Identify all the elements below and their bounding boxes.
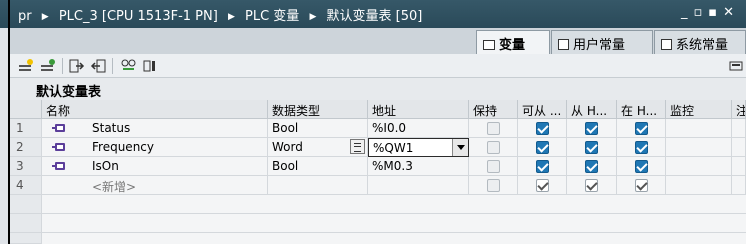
monitor-cell[interactable] (666, 138, 732, 157)
toolbar (10, 54, 746, 78)
tag-table-icon (483, 40, 495, 50)
tag-address[interactable]: %M0.3 (368, 157, 469, 176)
empty-row (10, 233, 746, 244)
tag-name[interactable]: Frequency (42, 138, 268, 157)
tag-data-type[interactable] (268, 176, 368, 195)
breadcrumb: pr ▶ PLC_3 [CPU 1513F-1 PN] ▶ PLC 变量 ▶ 默… (18, 5, 422, 24)
header-monitor[interactable]: 监控 (666, 100, 732, 119)
retain-checkbox[interactable] (487, 160, 500, 173)
breadcrumb-item[interactable]: PLC_3 [CPU 1513F-1 PN] (59, 9, 218, 24)
title-bar: pr ▶ PLC_3 [CPU 1513F-1 PN] ▶ PLC 变量 ▶ 默… (0, 0, 746, 28)
monitor-icon[interactable] (120, 58, 137, 74)
header-address[interactable]: 地址 (368, 100, 469, 119)
writable-checkbox[interactable] (585, 179, 598, 192)
row-number: 1 (10, 119, 42, 138)
tab-label: 变量 (499, 38, 526, 53)
empty-row (10, 195, 746, 214)
accessible-checkbox[interactable] (536, 160, 549, 173)
writable-checkbox[interactable] (585, 160, 598, 173)
visible-checkbox[interactable] (635, 160, 648, 173)
accessible-checkbox[interactable] (536, 122, 549, 135)
table-title: 默认变量表 (10, 78, 746, 100)
tag-icon (52, 143, 65, 151)
header-accessible[interactable]: 可从 ... (518, 100, 567, 119)
tag-table: 名称 数据类型 地址 保持 可从 ... 从 H... 在 H... 监控 注 … (10, 100, 746, 244)
row-number: 4 (10, 176, 42, 195)
tab-tags[interactable]: 变量 (476, 30, 550, 54)
breadcrumb-separator-icon: ▶ (309, 12, 317, 22)
tab-user-constants[interactable]: 用户常量 (551, 30, 653, 54)
empty-row (10, 214, 746, 233)
tag-address[interactable]: %I0.0 (368, 119, 469, 138)
properties-icon[interactable] (142, 58, 159, 74)
import-icon[interactable] (68, 58, 85, 74)
visible-checkbox[interactable] (635, 122, 648, 135)
comment-cell[interactable] (732, 157, 746, 176)
monitor-cell[interactable] (666, 119, 732, 138)
address-dropdown-value: %QW1 (373, 141, 414, 155)
insert-row-icon[interactable] (40, 58, 57, 74)
retain-checkbox[interactable] (487, 141, 500, 154)
accessible-checkbox[interactable] (536, 141, 549, 154)
breadcrumb-item[interactable]: 默认变量表 [50] (327, 5, 423, 24)
tag-name[interactable]: Status (42, 119, 268, 138)
header-writable[interactable]: 从 H... (567, 100, 617, 119)
minimize-icon[interactable]: _ (681, 5, 694, 20)
table-row[interactable]: 1 Status Bool %I0.0 (10, 119, 746, 138)
breadcrumb-item[interactable]: pr (18, 9, 32, 24)
table-row[interactable]: 2 Frequency Word %QW1 (10, 138, 746, 157)
monitor-cell[interactable] (666, 176, 732, 195)
tab-label: 系统常量 (676, 38, 729, 53)
breadcrumb-item[interactable]: PLC 变量 (245, 5, 299, 24)
export-icon[interactable] (90, 58, 107, 74)
tab-strip: 变量 用户常量 系统常量 (10, 28, 746, 54)
tag-name[interactable]: IsOn (42, 157, 268, 176)
writable-checkbox[interactable] (585, 122, 598, 135)
address-dropdown[interactable]: %QW1 (368, 138, 469, 157)
table-row[interactable]: 3 IsOn Bool %M0.3 (10, 157, 746, 176)
collapse-icon[interactable] (728, 58, 745, 74)
system-constant-icon (661, 39, 672, 50)
table-header-row: 名称 数据类型 地址 保持 可从 ... 从 H... 在 H... 监控 注 (10, 100, 746, 119)
tag-icon (52, 162, 65, 170)
breadcrumb-separator-icon: ▶ (41, 12, 49, 22)
table-row[interactable]: 4 <新增> (10, 176, 746, 195)
tag-address[interactable] (368, 176, 469, 195)
writable-checkbox[interactable] (585, 141, 598, 154)
window-controls: _▫▪✕ (681, 5, 740, 20)
header-visible[interactable]: 在 H... (617, 100, 666, 119)
retain-checkbox[interactable] (487, 179, 500, 192)
retain-checkbox[interactable] (487, 122, 500, 135)
close-icon[interactable]: ✕ (723, 5, 740, 20)
comment-cell[interactable] (732, 119, 746, 138)
comment-cell[interactable] (732, 138, 746, 157)
constant-icon (558, 39, 569, 50)
tab-label: 用户常量 (573, 38, 626, 53)
tag-icon (52, 124, 65, 132)
accessible-checkbox[interactable] (536, 179, 549, 192)
header-retain[interactable]: 保持 (469, 100, 518, 119)
header-data-type[interactable]: 数据类型 (268, 100, 368, 119)
restore-icon[interactable]: ▫ (693, 5, 708, 20)
row-number: 3 (10, 157, 42, 176)
header-comment[interactable]: 注 (732, 100, 746, 119)
add-new-tag[interactable]: <新增> (42, 176, 268, 195)
tag-data-type[interactable]: Bool (268, 119, 368, 138)
tag-data-type[interactable]: Bool (268, 157, 368, 176)
chevron-down-icon[interactable] (452, 139, 468, 156)
monitor-cell[interactable] (666, 157, 732, 176)
breadcrumb-separator-icon: ▶ (227, 12, 235, 22)
visible-checkbox[interactable] (635, 141, 648, 154)
header-name[interactable]: 名称 (42, 100, 268, 119)
data-type-list-button[interactable] (350, 139, 365, 154)
add-tag-icon[interactable] (18, 58, 35, 74)
comment-cell[interactable] (732, 176, 746, 195)
row-number: 2 (10, 138, 42, 157)
maximize-icon[interactable]: ▪ (708, 5, 723, 20)
visible-checkbox[interactable] (635, 179, 648, 192)
tab-system-constants[interactable]: 系统常量 (654, 30, 746, 54)
